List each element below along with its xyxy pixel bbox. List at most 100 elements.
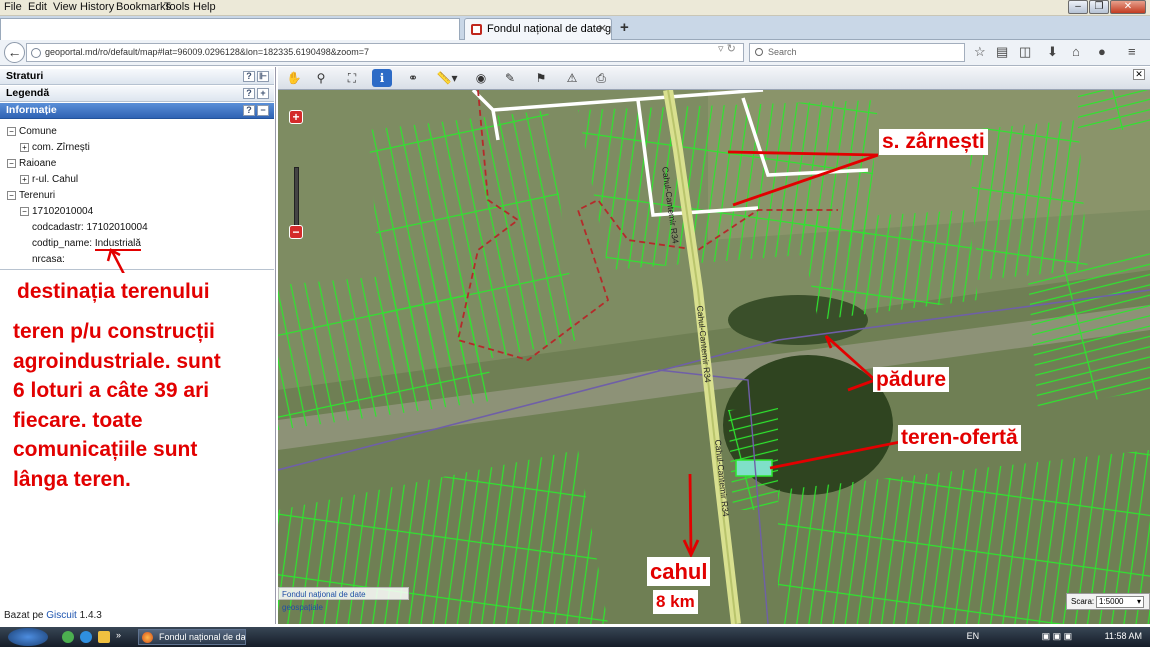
search-placeholder: Search (768, 47, 797, 57)
chevron-down-icon: ▾ (1136, 597, 1141, 606)
zoom-in-button[interactable]: + (289, 110, 303, 124)
close-icon[interactable]: ✕ (1133, 69, 1145, 80)
window-controls: – ❐ ✕ (1067, 0, 1146, 15)
menu-view[interactable]: View (53, 1, 77, 13)
search-input[interactable]: Search (749, 43, 965, 62)
zoom-extent-icon[interactable]: ⛶ (342, 69, 362, 87)
map-attribution: Fondul național de date geospațiale (278, 587, 409, 612)
reading-list-icon[interactable]: ▤ (996, 44, 1008, 60)
hamburger-menu-icon[interactable]: ≡ (1128, 44, 1136, 60)
chat-icon[interactable]: ● (1098, 44, 1106, 60)
scale-select[interactable]: 1:5000 ▾ (1096, 596, 1144, 608)
warning-icon[interactable]: ⚠ (562, 69, 582, 87)
menu-file[interactable]: File (4, 1, 22, 13)
os-taskbar: » Fondul național de da... EN ▣ ▣ ▣ 11:5… (0, 627, 1150, 647)
tree-node-terenuri[interactable]: − Terenuri (7, 190, 55, 201)
close-icon[interactable]: ✕ (1110, 0, 1146, 14)
help-icon[interactable]: ? (243, 88, 255, 99)
new-tab-icon[interactable]: + (620, 19, 629, 36)
minimize-icon[interactable]: – (1068, 0, 1088, 14)
pocket-icon[interactable]: ◫ (1019, 44, 1031, 60)
maximize-icon[interactable]: ❐ (1089, 0, 1109, 14)
scale-control: Scara: 1:5000 ▾ (1066, 593, 1150, 610)
expand-icon[interactable]: + (20, 142, 29, 152)
taskbar-item-firefox[interactable]: Fondul național de da... (138, 629, 246, 645)
label-city: cahul (647, 557, 711, 586)
quicklaunch-icon[interactable] (62, 631, 74, 643)
panel-informatie[interactable]: Informație ? − (0, 103, 274, 119)
menu-bar: File Edit View History Bookmarks Tools H… (0, 0, 1150, 16)
map-parcels (728, 408, 778, 510)
scale-label: Scara: (1071, 597, 1095, 606)
menu-history[interactable]: History (80, 1, 114, 13)
attr-nrcasa: nrcasa: (32, 254, 65, 265)
help-icon[interactable]: ? (243, 71, 255, 82)
tree-node-comune[interactable]: − Comune (7, 126, 57, 137)
offer-parcel (735, 459, 773, 477)
menu-edit[interactable]: Edit (28, 1, 47, 13)
annotation-destination: destinația terenului (17, 280, 210, 303)
tab-close-icon[interactable]: ✕ (598, 22, 607, 35)
navigation-bar: ← geoportal.md/ro/default/map#lat=96009.… (0, 40, 1150, 66)
tree-node-teren-id[interactable]: −17102010004 (20, 206, 93, 217)
collapse-icon[interactable]: − (7, 126, 16, 136)
menu-help[interactable]: Help (193, 1, 216, 13)
language-indicator[interactable]: EN (967, 631, 980, 641)
bookmark-star-icon[interactable]: ☆ (974, 44, 986, 60)
annotation-line: 6 loturi a câte 39 ari (13, 379, 210, 402)
label-village: s. zârnești (879, 129, 988, 155)
giscuit-link[interactable]: Giscuit (46, 610, 77, 621)
system-tray: EN ▣ ▣ ▣ 11:58 AM (967, 631, 1142, 642)
binoculars-icon[interactable]: ⚭ (403, 69, 423, 87)
tree-node-comune-item[interactable]: + com. Zîrnești (20, 142, 90, 153)
zoom-out-button[interactable]: − (289, 225, 303, 239)
menu-tools[interactable]: Tools (164, 1, 190, 13)
panel-legenda[interactable]: Legendă ? + (0, 86, 274, 102)
explorer-icon[interactable] (98, 631, 110, 643)
ie-icon[interactable] (80, 631, 92, 643)
home-icon[interactable]: ⌂ (1072, 44, 1080, 60)
annotation-line: comunicațiile sunt (13, 438, 198, 461)
map-panel[interactable]: ✋ ⚲ ⛶ ℹ ⚭ 📏▾ ◉ ✎ ⚑ ⚠ ⎙ ✕ Cahul-Cantemir … (278, 67, 1150, 624)
zoom-slider[interactable] (294, 167, 299, 227)
collapse-icon[interactable]: − (7, 190, 16, 200)
panel-straturi-title: Straturi (6, 70, 44, 82)
print-icon[interactable]: ⎙ (591, 69, 611, 87)
chevron-right-icon[interactable]: » (116, 630, 121, 640)
zoom-in-icon[interactable]: ⚲ (311, 69, 331, 87)
help-icon[interactable]: ? (243, 105, 255, 116)
download-icon[interactable]: ⬇ (1047, 44, 1058, 60)
url-text: geoportal.md/ro/default/map#lat=96009.02… (45, 47, 370, 57)
menu-bookmarks[interactable]: Bookmarks (116, 1, 171, 13)
back-arrow-icon[interactable]: ← (4, 42, 25, 63)
flag-icon[interactable]: ⚑ (531, 69, 551, 87)
expand-icon[interactable]: + (20, 174, 29, 184)
url-bar[interactable]: geoportal.md/ro/default/map#lat=96009.02… (26, 43, 744, 62)
tab-geoportal[interactable]: Fondul național de date geos... ✕ (464, 18, 612, 40)
arrow-cahul (688, 473, 693, 553)
tree-node-raioane-item[interactable]: + r-ul. Cahul (20, 174, 78, 185)
panel-legenda-title: Legendă (6, 87, 50, 99)
collapse-icon[interactable]: − (20, 206, 29, 216)
windows-start-icon[interactable] (8, 628, 48, 646)
measure-icon[interactable]: 📏▾ (431, 69, 463, 87)
powered-by: Bazat pe Giscuit 1.4.3 (4, 610, 102, 621)
info-icon[interactable]: ℹ (372, 69, 392, 87)
search-icon (755, 48, 763, 56)
annotation-line: lânga teren. (13, 467, 131, 491)
target-icon[interactable]: ◉ (471, 69, 491, 87)
collapse-icon[interactable]: ⊩ (257, 71, 269, 82)
clock[interactable]: 11:58 AM (1105, 631, 1142, 641)
annotation-line: fiecare. toate (13, 408, 143, 432)
collapse-icon[interactable]: − (7, 158, 16, 168)
minimize-panel-icon[interactable]: − (257, 105, 269, 116)
tab-blank[interactable] (0, 18, 460, 40)
expand-icon[interactable]: + (257, 88, 269, 99)
draw-icon[interactable]: ✎ (500, 69, 520, 87)
pan-hand-icon[interactable]: ✋ (284, 69, 304, 87)
tray-icons[interactable]: ▣ ▣ ▣ (1042, 631, 1073, 641)
panel-straturi[interactable]: Straturi ? ⊩ (0, 69, 274, 85)
label-offer: teren-ofertă (898, 425, 1021, 451)
reload-icon[interactable]: ▿ ↻ (718, 42, 736, 55)
tree-node-raioane[interactable]: − Raioane (7, 158, 56, 169)
